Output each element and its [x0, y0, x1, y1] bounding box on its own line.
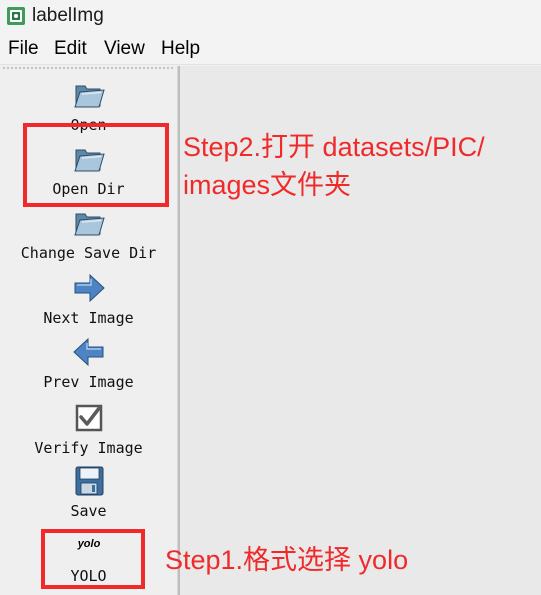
prev-image-label: Prev Image — [43, 373, 134, 391]
toolbar-grip[interactable] — [2, 66, 174, 70]
labelimg-app-icon — [7, 7, 25, 25]
menu-file[interactable]: File — [8, 38, 39, 60]
annotation-box-open-dir — [23, 123, 169, 207]
window-title: labelImg — [32, 5, 104, 26]
save-button[interactable]: Save — [0, 464, 177, 522]
open-folder-icon — [74, 213, 105, 236]
checkbox-verify-icon — [75, 404, 103, 432]
verify-image-label: Verify Image — [34, 439, 143, 457]
arrow-left-icon — [73, 337, 104, 367]
change-save-dir-button[interactable]: Change Save Dir — [0, 206, 177, 264]
menu-help[interactable]: Help — [161, 38, 200, 60]
annotation-step2-line2: images文件夹 — [183, 170, 352, 200]
arrow-right-icon — [74, 273, 105, 303]
annotation-box-yolo — [41, 529, 145, 589]
floppy-save-icon — [75, 466, 104, 496]
annotation-step2-line1: Step2.打开 datasets/PIC/ — [183, 132, 485, 162]
labelimg-window: labelImg File Edit View Help Open Open D… — [0, 0, 541, 595]
title-bar: labelImg — [0, 0, 541, 34]
annotation-step1: Step1.格式选择 yolo — [165, 545, 409, 575]
prev-image-button[interactable]: Prev Image — [0, 335, 177, 393]
verify-image-button[interactable]: Verify Image — [0, 401, 177, 459]
menu-view[interactable]: View — [104, 38, 145, 60]
save-label: Save — [70, 502, 107, 520]
open-folder-icon — [74, 85, 105, 108]
next-image-label: Next Image — [43, 309, 134, 327]
change-save-dir-label: Change Save Dir — [20, 244, 157, 262]
menu-edit[interactable]: Edit — [54, 38, 87, 60]
menu-bar: File Edit View Help — [0, 34, 541, 65]
next-image-button[interactable]: Next Image — [0, 271, 177, 329]
